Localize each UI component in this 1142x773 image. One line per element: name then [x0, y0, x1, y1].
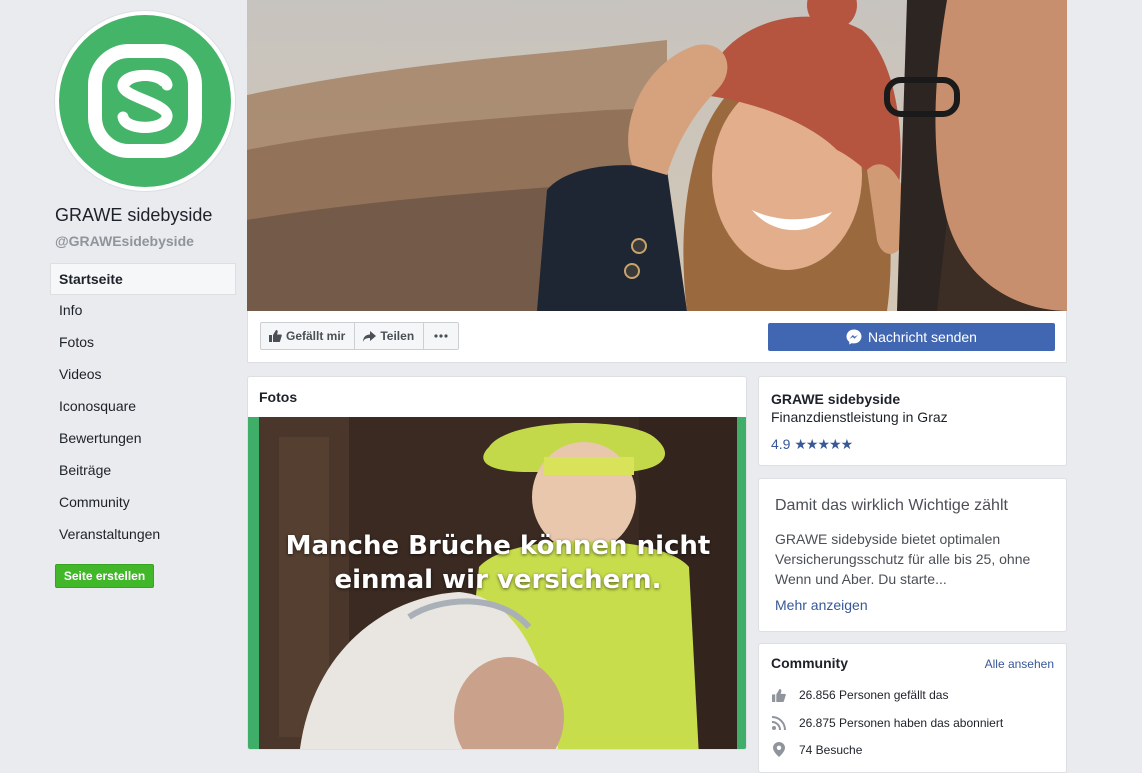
nav-item-fotos[interactable]: Fotos: [50, 327, 236, 359]
more-options-button[interactable]: [424, 323, 458, 349]
show-more-link[interactable]: Mehr anzeigen: [775, 597, 868, 613]
create-page-button[interactable]: Seite erstellen: [55, 564, 154, 588]
about-category[interactable]: Finanzdienstleistung in Graz: [771, 409, 948, 425]
photo-post[interactable]: Manche Brüche können nicht einmal wir ve…: [248, 417, 746, 749]
star-icon: ★: [829, 436, 842, 452]
thumbs-up-icon: [771, 688, 787, 702]
page-actions: Gefällt mir Teilen: [260, 322, 460, 350]
more-dots-icon: [434, 334, 448, 338]
photos-card: Fotos Manche Brüche können nicht einmal …: [247, 376, 747, 750]
messenger-icon: [846, 329, 862, 345]
rss-follow-icon: [771, 716, 787, 730]
page-action-bar: Gefällt mir Teilen Nachricht senden: [247, 311, 1067, 363]
rating-stars: ★★★★★: [794, 436, 854, 452]
photo-caption-line-1: Manche Brüche können nicht: [285, 531, 711, 561]
like-button-label: Gefällt mir: [286, 329, 346, 343]
description-card: Damit das wirklich Wichtige zählt GRAWE …: [758, 478, 1067, 632]
photo-caption-line-2: einmal wir versichern.: [334, 565, 662, 595]
send-message-button[interactable]: Nachricht senden: [768, 323, 1055, 351]
thumbs-up-icon: [269, 330, 282, 342]
page-title[interactable]: GRAWE sidebyside: [55, 205, 212, 226]
community-title: Community: [771, 655, 848, 671]
star-icon: ★: [794, 436, 807, 452]
page-username[interactable]: @GRAWEsidebyside: [55, 233, 194, 249]
about-card: GRAWE sidebyside Finanzdienstleistung in…: [758, 376, 1067, 466]
nav-item-bewertungen[interactable]: Bewertungen: [50, 423, 236, 455]
nav-item-startseite[interactable]: Startseite: [50, 263, 236, 295]
star-icon: ★: [817, 436, 830, 452]
photo-image: Manche Brüche können nicht einmal wir ve…: [259, 417, 737, 749]
community-follows-text: 26.875 Personen haben das abonniert: [799, 716, 1004, 730]
nav-item-iconosquare[interactable]: Iconosquare: [50, 391, 236, 423]
community-follows: 26.875 Personen haben das abonniert: [771, 716, 1003, 730]
star-icon: ★: [805, 436, 819, 452]
page-navigation: Startseite Info Fotos Videos Iconosquare…: [50, 263, 236, 551]
send-message-label: Nachricht senden: [868, 329, 977, 345]
community-card: Community Alle ansehen 26.856 Personen g…: [758, 643, 1067, 773]
like-button[interactable]: Gefällt mir: [261, 323, 356, 349]
description-text: GRAWE sidebyside bietet optimalen Versic…: [775, 531, 1031, 587]
page-profile-picture[interactable]: [55, 11, 235, 191]
grawe-logo-icon: [88, 44, 202, 158]
rating[interactable]: 4.9 ★★★★★: [771, 436, 854, 453]
rating-value: 4.9: [771, 436, 791, 452]
nav-item-videos[interactable]: Videos: [50, 359, 236, 391]
photo-caption: Manche Brüche können nicht einmal wir ve…: [259, 529, 737, 597]
cover-image: [247, 0, 1067, 311]
community-likes-text: 26.856 Personen gefällt das: [799, 688, 949, 702]
photos-card-title[interactable]: Fotos: [259, 389, 297, 405]
community-likes: 26.856 Personen gefällt das: [771, 688, 948, 702]
description-heading: Damit das wirklich Wichtige zählt: [775, 497, 1008, 514]
see-all-link[interactable]: Alle ansehen: [985, 657, 1054, 671]
nav-item-veranstaltungen[interactable]: Veranstaltungen: [50, 519, 236, 551]
cover-photo[interactable]: [247, 0, 1067, 311]
about-page-name: GRAWE sidebyside: [771, 391, 901, 407]
star-icon: ★: [840, 436, 854, 452]
nav-item-info[interactable]: Info: [50, 295, 236, 327]
share-arrow-icon: [363, 330, 377, 342]
brand-logo: [59, 15, 231, 187]
nav-item-community[interactable]: Community: [50, 487, 236, 519]
nav-item-beitraege[interactable]: Beiträge: [50, 455, 236, 487]
share-button-label: Teilen: [380, 329, 415, 343]
share-button[interactable]: Teilen: [355, 323, 425, 349]
